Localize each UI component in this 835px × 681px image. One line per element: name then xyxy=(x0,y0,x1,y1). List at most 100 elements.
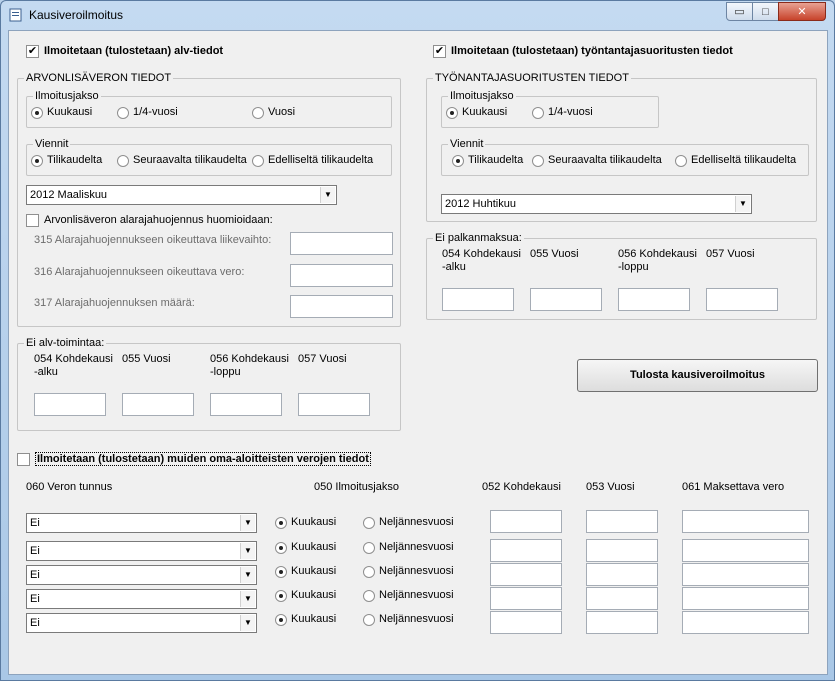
alv-period-label-vuosi: Vuosi xyxy=(268,106,296,118)
alv-exports-radio-next[interactable] xyxy=(117,155,129,167)
employer-period-label-quarter: 1/4-vuosi xyxy=(548,106,593,118)
row-061-input[interactable] xyxy=(682,587,809,610)
alv-exports-radio-current[interactable] xyxy=(31,155,43,167)
row-period-radio-quarter[interactable] xyxy=(363,542,375,554)
alv-period-label-quarter: 1/4-vuosi xyxy=(133,106,178,118)
chevron-down-icon[interactable]: ▼ xyxy=(320,187,335,203)
tax-code-select[interactable]: Ei ▼ xyxy=(26,565,257,585)
employer-exports-radio-next[interactable] xyxy=(532,155,544,167)
employer-exports-radio-previous[interactable] xyxy=(675,155,687,167)
no-salary-057-input[interactable] xyxy=(706,288,778,311)
row-052-input[interactable] xyxy=(490,587,562,610)
row-052-input[interactable] xyxy=(490,510,562,533)
no-salary-054-label: 054 Kohdekausi -alku xyxy=(442,248,521,273)
alv-period-radio-quarter[interactable] xyxy=(117,107,129,119)
print-button[interactable]: Tulosta kausiveroilmoitus xyxy=(577,359,818,392)
field-317-input[interactable] xyxy=(290,295,393,318)
window-title: Kausiveroilmoitus xyxy=(29,8,124,22)
employer-month-value: 2012 Huhtikuu xyxy=(445,198,516,210)
row-period-label-quarter: Neljännesvuosi xyxy=(379,565,454,577)
alv-checkbox[interactable]: ✔ xyxy=(26,45,39,58)
row-period-radio-kuukausi[interactable] xyxy=(275,566,287,578)
row-053-input[interactable] xyxy=(586,611,658,634)
chevron-down-icon[interactable]: ▼ xyxy=(735,196,750,212)
employer-month-select[interactable]: 2012 Huhtikuu ▼ xyxy=(441,194,752,214)
row-053-input[interactable] xyxy=(586,587,658,610)
field-315-label: 315 Alarajahuojennukseen oikeuttava liik… xyxy=(34,234,272,246)
employer-period-radio-kuukausi[interactable] xyxy=(446,107,458,119)
row-period-radio-kuukausi[interactable] xyxy=(275,614,287,626)
row-period-radio-quarter[interactable] xyxy=(363,614,375,626)
employer-group-title: TYÖNANTAJASUORITUSTEN TIEDOT xyxy=(433,72,631,84)
other-checkbox[interactable] xyxy=(17,453,30,466)
field-316-input[interactable] xyxy=(290,264,393,287)
no-salary-054-input[interactable] xyxy=(442,288,514,311)
other-checkbox-label: Ilmoitetaan (tulostetaan) muiden oma-alo… xyxy=(35,452,371,466)
row-053-input[interactable] xyxy=(586,539,658,562)
chevron-down-icon[interactable]: ▼ xyxy=(240,567,255,583)
no-alv-054-input[interactable] xyxy=(34,393,106,416)
row-period-label-quarter: Neljännesvuosi xyxy=(379,516,454,528)
employer-group: TYÖNANTAJASUORITUSTEN TIEDOT Ilmoitusjak… xyxy=(426,72,817,222)
row-053-input[interactable] xyxy=(586,510,658,533)
row-061-input[interactable] xyxy=(682,510,809,533)
employer-exports-radio-current[interactable] xyxy=(452,155,464,167)
row-061-input[interactable] xyxy=(682,563,809,586)
alv-month-select[interactable]: 2012 Maaliskuu ▼ xyxy=(26,185,337,205)
minimize-button[interactable]: ▭ xyxy=(726,2,753,21)
alv-threshold-checkbox[interactable] xyxy=(26,214,39,227)
row-period-radio-quarter[interactable] xyxy=(363,590,375,602)
row-053-input[interactable] xyxy=(586,563,658,586)
title-bar[interactable]: Kausiveroilmoitus ▭ □ ✕ xyxy=(1,1,834,29)
field-315-input[interactable] xyxy=(290,232,393,255)
check-icon: ✔ xyxy=(434,45,445,57)
alv-exports-radio-previous[interactable] xyxy=(252,155,264,167)
employer-period-radio-quarter[interactable] xyxy=(532,107,544,119)
row-period-radio-kuukausi[interactable] xyxy=(275,542,287,554)
maximize-icon: □ xyxy=(762,5,769,18)
row-period-label-kuukausi: Kuukausi xyxy=(291,565,337,577)
alv-period-radio-vuosi[interactable] xyxy=(252,107,264,119)
close-button[interactable]: ✕ xyxy=(778,2,826,21)
row-061-input[interactable] xyxy=(682,611,809,634)
row-052-input[interactable] xyxy=(490,611,562,634)
employer-exports-label-current: Tilikaudelta xyxy=(468,154,524,166)
chevron-down-icon[interactable]: ▼ xyxy=(240,591,255,607)
no-alv-055-input[interactable] xyxy=(122,393,194,416)
row-061-input[interactable] xyxy=(682,539,809,562)
tax-code-value: Ei xyxy=(30,593,40,605)
chevron-down-icon[interactable]: ▼ xyxy=(240,543,255,559)
tax-code-value: Ei xyxy=(30,517,40,529)
no-alv-057-label: 057 Vuosi xyxy=(298,353,347,365)
no-alv-title: Ei alv-toimintaa: xyxy=(24,337,107,349)
alv-exports-label-previous: Edelliseltä tilikaudelta xyxy=(268,154,374,166)
tax-code-select[interactable]: Ei ▼ xyxy=(26,613,257,633)
tax-code-select[interactable]: Ei ▼ xyxy=(26,513,257,533)
employer-exports-label-next: Seuraavalta tilikaudelta xyxy=(548,154,662,166)
tax-code-select[interactable]: Ei ▼ xyxy=(26,589,257,609)
employer-exports-group: Viennit Tilikaudelta Seuraavalta tilikau… xyxy=(441,138,809,176)
no-salary-055-input[interactable] xyxy=(530,288,602,311)
no-salary-056-input[interactable] xyxy=(618,288,690,311)
col-tax-code: 060 Veron tunnus xyxy=(26,481,113,493)
maximize-button[interactable]: □ xyxy=(752,2,779,21)
chevron-down-icon[interactable]: ▼ xyxy=(240,515,255,531)
row-period-radio-quarter[interactable] xyxy=(363,517,375,529)
employer-exports-label-previous: Edelliseltä tilikaudelta xyxy=(691,154,797,166)
tax-code-select[interactable]: Ei ▼ xyxy=(26,541,257,561)
alv-period-label-kuukausi: Kuukausi xyxy=(47,106,93,118)
row-period-radio-quarter[interactable] xyxy=(363,566,375,578)
app-icon xyxy=(9,8,22,22)
row-period-radio-kuukausi[interactable] xyxy=(275,517,287,529)
employer-period-group: Ilmoitusjakso Kuukausi 1/4-vuosi xyxy=(441,90,659,128)
row-052-input[interactable] xyxy=(490,563,562,586)
check-icon: ✔ xyxy=(27,45,38,57)
row-period-radio-kuukausi[interactable] xyxy=(275,590,287,602)
alv-period-radio-kuukausi[interactable] xyxy=(31,107,43,119)
row-052-input[interactable] xyxy=(490,539,562,562)
no-alv-056-input[interactable] xyxy=(210,393,282,416)
no-alv-057-input[interactable] xyxy=(298,393,370,416)
employer-checkbox[interactable]: ✔ xyxy=(433,45,446,58)
chevron-down-icon[interactable]: ▼ xyxy=(240,615,255,631)
no-salary-group: Ei palkanmaksua: 054 Kohdekausi -alku 05… xyxy=(426,232,817,320)
